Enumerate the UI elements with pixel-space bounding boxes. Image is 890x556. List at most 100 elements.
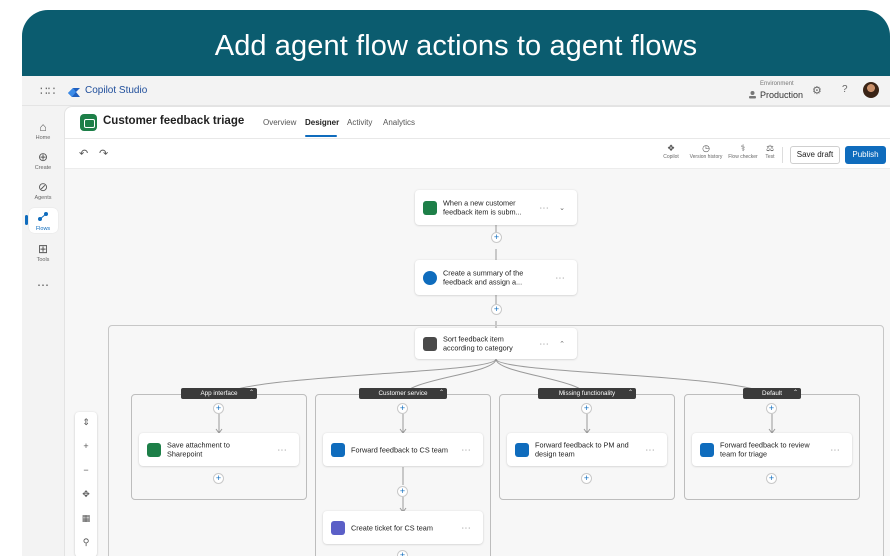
publish-button[interactable]: Publish [845,146,886,164]
teams-icon [331,520,345,535]
branch-label-default[interactable]: Default ⌃ [743,388,801,399]
copilot-button[interactable]: ❖ Copilot [660,143,682,160]
flows-icon [22,211,64,225]
redo-icon[interactable]: ↷ [99,147,108,160]
zoom-out-icon[interactable]: − [75,465,97,475]
rail-item-home[interactable]: ⌂ Home [22,120,64,141]
branch-label-app-interface[interactable]: App interface ⌃ [181,388,257,399]
trigger-node[interactable]: When a new customer feedback item is sub… [415,190,577,225]
minimap-icon[interactable]: ▦ [75,513,97,524]
app-launcher-icon[interactable]: ∷∷ [40,84,55,98]
rail-more-button[interactable]: ⋯ [22,278,64,292]
more-options-icon[interactable]: ··· [278,445,288,454]
plus-circle-icon: ⊕ [37,150,49,164]
more-options-icon[interactable]: ··· [556,273,566,282]
flow-checker-icon: ⚕ [740,143,746,153]
flow-header: Customer feedback triage Overview Design… [65,107,890,139]
outlook-icon [515,442,529,457]
add-step-button[interactable]: + [397,486,408,497]
action-node[interactable]: Forward feedback to review team for tria… [692,433,852,466]
chevron-up-icon[interactable]: ⌃ [559,340,565,348]
tool-label: Version history [689,154,723,160]
outlook-icon [331,442,345,457]
zoom-in-icon[interactable]: + [75,441,97,451]
switch-icon [423,336,437,351]
summary-node[interactable]: Create a summary of the feedback and ass… [415,260,577,295]
page-title: Customer feedback triage [103,115,245,127]
branch-label-missing-functionality[interactable]: Missing functionality ⌃ [538,388,636,399]
more-options-icon[interactable]: ··· [540,203,550,212]
search-icon[interactable]: ⚲ [75,537,97,548]
designer-toolbar: ↶ ↷ ❖ Copilot ◷ Version history ⚕ Flow c… [65,139,890,169]
brand-name[interactable]: Copilot Studio [85,85,147,96]
rail-item-agents[interactable]: ⊘ Agents [22,180,64,201]
add-step-button[interactable]: + [213,473,224,484]
rail-item-flows[interactable]: Flows [22,208,64,233]
tab-analytics[interactable]: Analytics [383,118,415,127]
node-label: Forward feedback to PM and design team [535,440,629,459]
branch-label-text: Default [762,390,782,397]
slide: Add agent flow actions to agent flows ∷∷… [0,0,890,556]
fit-height-icon[interactable]: ⇕ [75,417,97,428]
add-step-button[interactable]: + [213,403,224,414]
add-step-button[interactable]: + [397,403,408,414]
more-options-icon[interactable]: ··· [462,523,472,532]
flow-canvas[interactable]: When a new customer feedback item is sub… [65,169,890,556]
more-options-icon[interactable]: ··· [462,445,472,454]
flow-checker-button[interactable]: ⚕ Flow checker [727,143,759,160]
tab-activity[interactable]: Activity [347,118,372,127]
sharepoint-icon [147,442,161,457]
copilot-studio-app: ∷∷ Copilot Studio Environment Production… [22,76,890,556]
node-label: Sort feedback item according to category [443,334,513,353]
environment-icon [748,86,757,104]
test-beaker-icon: ⚖ [765,143,775,153]
tab-overview[interactable]: Overview [263,118,296,127]
home-icon: ⌂ [39,120,47,134]
action-node[interactable]: Forward feedback to CS team ··· [323,433,483,466]
more-options-icon[interactable]: ··· [646,445,656,454]
outlook-icon [700,442,714,457]
node-label: When a new customer feedback item is sub… [443,198,522,217]
avatar[interactable] [863,82,879,98]
add-step-button[interactable]: + [581,403,592,414]
undo-icon[interactable]: ↶ [79,147,88,160]
add-step-button[interactable]: + [397,550,408,556]
toolbar-divider [782,147,783,163]
switch-node[interactable]: Sort feedback item according to category… [415,328,577,359]
more-options-icon[interactable]: ··· [831,445,841,454]
rail-item-create[interactable]: ⊕ Create [22,150,64,171]
rail-label: Create [34,165,52,171]
branch-label-text: Customer service [378,390,428,397]
add-step-button[interactable]: + [766,403,777,414]
add-step-button[interactable]: + [581,473,592,484]
add-step-button[interactable]: + [491,232,502,243]
tab-designer[interactable]: Designer [305,118,339,127]
rail-item-tools[interactable]: ⊞ Tools [22,242,64,263]
tab-active-underline [305,135,337,137]
add-step-button[interactable]: + [766,473,777,484]
branch-label-customer-service[interactable]: Customer service ⌃ [359,388,447,399]
environment-value[interactable]: Production [760,90,803,100]
top-bar: ∷∷ Copilot Studio Environment Production… [22,76,890,106]
chevron-down-icon[interactable]: ⌄ [559,204,565,212]
more-options-icon[interactable]: ··· [540,339,550,348]
chevron-up-icon: ⌃ [792,390,798,396]
help-icon[interactable]: ? [842,84,848,95]
environment-label: Environment [760,81,794,87]
flow-agent-icon [80,114,97,131]
banner-title: Add agent flow actions to agent flows [22,10,890,76]
action-node[interactable]: Save attachment to Sharepoint ··· [139,433,299,466]
rail-label: Tools [36,257,50,263]
action-node[interactable]: Forward feedback to PM and design team ·… [507,433,667,466]
chevron-up-icon: ⌃ [438,390,444,396]
history-icon: ◷ [702,143,710,153]
add-step-button[interactable]: + [491,304,502,315]
save-draft-button[interactable]: Save draft [790,146,840,164]
test-button[interactable]: ⚖ Test [763,143,777,160]
version-history-button[interactable]: ◷ Version history [687,143,725,160]
branch-label-text: App interface [200,390,238,397]
fit-to-screen-icon[interactable]: ✥ [75,489,97,500]
settings-gear-icon[interactable]: ⚙ [812,84,822,97]
action-node[interactable]: Create ticket for CS team ··· [323,511,483,544]
rail-label: Flows [35,226,51,232]
